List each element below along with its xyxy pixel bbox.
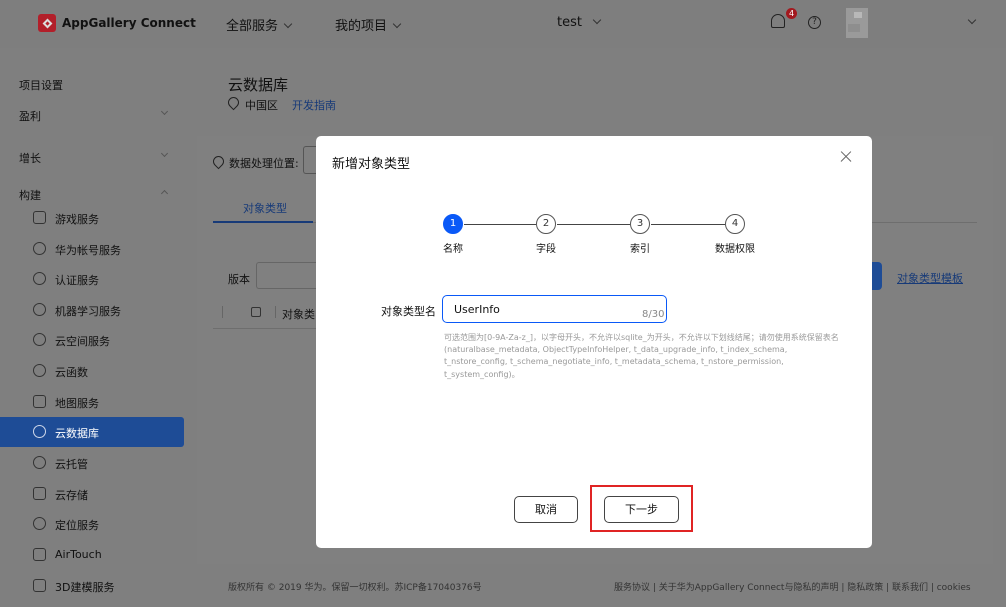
all-services-menu[interactable]: 全部服务 xyxy=(226,15,293,34)
sidebar-item-cloud-hosting[interactable]: 云托管 xyxy=(0,448,184,478)
next-step-button[interactable]: 下一步 xyxy=(604,496,679,523)
sidebar-item-cloud-space[interactable]: 云空间服务 xyxy=(0,325,184,355)
add-object-type-button[interactable] xyxy=(871,262,882,290)
sidebar-item-location-kit[interactable]: 定位服务 xyxy=(0,509,184,539)
location-pin-icon xyxy=(225,94,242,111)
sidebar-item-auth-service[interactable]: 认证服务 xyxy=(0,264,184,294)
location-target-icon xyxy=(33,517,46,530)
function-icon xyxy=(33,364,46,377)
object-type-name-field[interactable] xyxy=(442,295,667,323)
chevron-down-icon xyxy=(283,19,293,29)
airtouch-icon xyxy=(33,548,46,561)
storage-icon xyxy=(33,487,46,500)
select-all-checkbox[interactable] xyxy=(251,307,261,317)
account-chevron-down-icon[interactable] xyxy=(967,15,977,25)
tab-object-types[interactable]: 对象类型 xyxy=(243,200,287,216)
project-selector[interactable]: test xyxy=(557,15,602,30)
footer-links[interactable]: 服务协议 | 关于华为AppGallery Connect与隐私的声明 | 隐私… xyxy=(614,580,971,593)
top-bar: AppGallery Connect 全部服务 我的项目 test 4 ? xyxy=(0,0,1006,48)
hosting-icon xyxy=(33,456,46,469)
region-label: 中国区 xyxy=(245,99,278,112)
char-counter: 8/30 xyxy=(642,309,665,320)
game-icon xyxy=(33,211,46,224)
data-location-label: 数据处理位置: xyxy=(229,157,299,170)
column-divider xyxy=(222,306,223,318)
step-connector xyxy=(464,224,536,225)
avatar[interactable] xyxy=(846,8,868,38)
cancel-button[interactable]: 取消 xyxy=(514,496,578,523)
step-2-label: 字段 xyxy=(536,244,556,255)
chevron-down-icon xyxy=(160,107,169,116)
sidebar-item-cloud-functions[interactable]: 云函数 xyxy=(0,356,184,386)
footer-copyright: 版权所有 © 2019 华为。保留一切权利。苏ICP备17040376号 xyxy=(228,583,482,593)
step-3-label: 索引 xyxy=(630,244,650,255)
chevron-down-icon xyxy=(160,149,169,158)
database-icon xyxy=(33,425,46,438)
column-divider xyxy=(275,306,276,318)
sidebar-item-airtouch[interactable]: AirTouch xyxy=(0,540,184,570)
bell-icon[interactable] xyxy=(771,14,785,28)
step-4-label: 数据权限 xyxy=(715,244,755,255)
step-1-label: 名称 xyxy=(443,244,463,255)
page-title: 云数据库 xyxy=(228,76,289,94)
close-icon[interactable] xyxy=(837,148,855,166)
sidebar-item-account-kit[interactable]: 华为帐号服务 xyxy=(0,234,184,264)
object-type-name-label: 对象类型名 xyxy=(381,305,436,318)
shield-check-icon xyxy=(33,272,46,285)
my-projects-menu[interactable]: 我的项目 xyxy=(335,15,402,34)
chevron-down-icon xyxy=(592,15,602,25)
dev-guide-link[interactable]: 开发指南 xyxy=(292,97,336,113)
version-select[interactable] xyxy=(256,262,316,289)
sidebar-group-grow[interactable]: 增长 xyxy=(0,142,184,172)
sidebar-item-game-service[interactable]: 游戏服务 xyxy=(0,203,184,233)
appgallery-logo-icon xyxy=(38,14,56,32)
sidebar-item-3d-modeling[interactable]: 3D建模服务 xyxy=(0,571,184,601)
step-4-indicator: 4 xyxy=(725,214,745,234)
chevron-down-icon xyxy=(392,19,402,29)
sidebar: 项目设置 盈利 增长 构建 游戏服务 华为帐号服务 认证服务 机器学习服务 云空… xyxy=(0,48,184,607)
sidebar-item-cloud-storage[interactable]: 云存储 xyxy=(0,479,184,509)
map-icon xyxy=(33,395,46,408)
step-1-indicator: 1 xyxy=(443,214,463,234)
column-header-object-type: 对象类 xyxy=(282,308,315,321)
grid-icon xyxy=(33,579,46,592)
dialog-title: 新增对象类型 xyxy=(332,157,411,172)
naming-rules-hint: 可选范围为[0-9A-Za-z_]，以字母开头，不允许以sqlite_为开头，不… xyxy=(444,333,839,379)
step-connector xyxy=(557,224,630,225)
user-icon xyxy=(33,242,46,255)
add-object-type-dialog: 新增对象类型 1 2 3 4 名称 字段 索引 数据权限 对象类型名 8/30 … xyxy=(316,136,872,548)
version-label: 版本 xyxy=(228,273,250,286)
robot-icon xyxy=(33,303,46,316)
object-type-template-link[interactable]: 对象类型模板 xyxy=(897,270,963,286)
sidebar-item-cloud-db[interactable]: 云数据库 xyxy=(0,417,184,447)
help-icon[interactable]: ? xyxy=(808,16,821,29)
sidebar-item-ml-kit[interactable]: 机器学习服务 xyxy=(0,295,184,325)
step-3-indicator: 3 xyxy=(630,214,650,234)
sidebar-item-map-kit[interactable]: 地图服务 xyxy=(0,387,184,417)
cloud-icon xyxy=(33,333,46,346)
sidebar-group-monetize[interactable]: 盈利 xyxy=(0,100,184,130)
sidebar-group-project-settings[interactable]: 项目设置 xyxy=(0,69,184,99)
object-type-name-input[interactable] xyxy=(443,296,633,322)
notification-badge: 4 xyxy=(786,8,797,19)
app-name: AppGallery Connect xyxy=(62,16,196,30)
active-tab-indicator xyxy=(213,221,313,223)
step-connector xyxy=(651,224,725,225)
table-divider xyxy=(213,328,316,329)
step-2-indicator: 2 xyxy=(536,214,556,234)
chevron-up-icon xyxy=(160,189,169,198)
